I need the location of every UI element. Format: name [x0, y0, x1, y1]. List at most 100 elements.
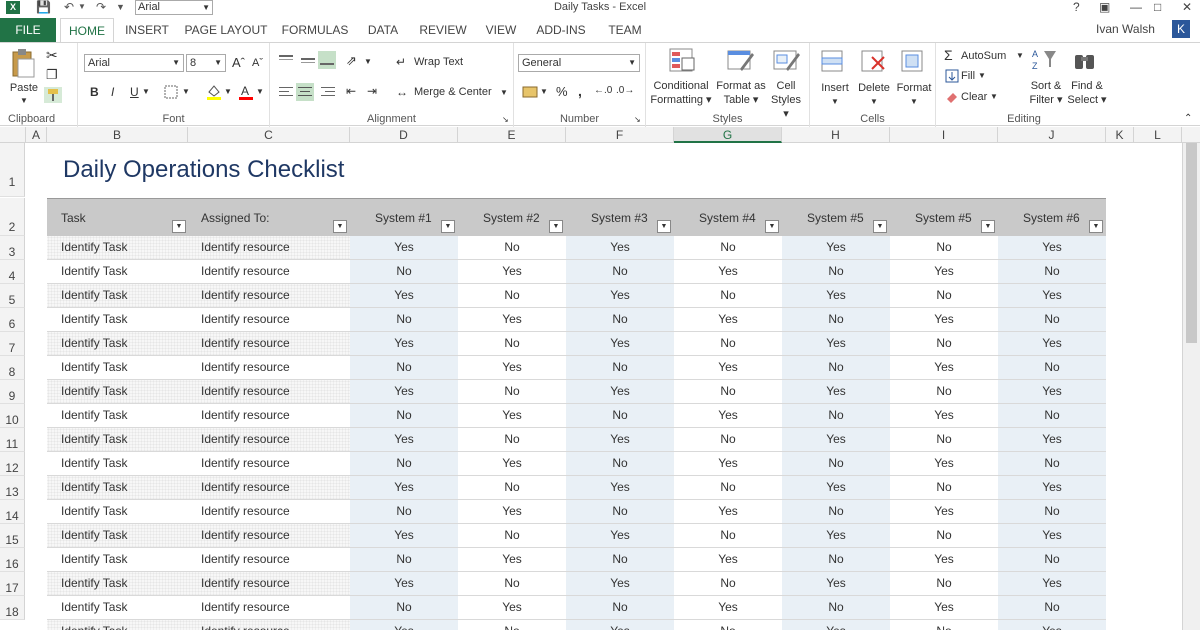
row-header[interactable]: 2 [0, 198, 25, 236]
top-align-icon[interactable] [278, 53, 294, 67]
task-cell[interactable]: Identify Task [61, 572, 201, 595]
status-cell[interactable]: No [350, 596, 458, 619]
filter-assigned-icon[interactable]: ▼ [333, 220, 347, 233]
italic-button[interactable]: I [111, 85, 114, 99]
status-cell[interactable]: No [998, 308, 1106, 331]
status-cell[interactable]: No [458, 476, 566, 499]
fill-icon[interactable] [945, 69, 959, 83]
status-cell[interactable]: Yes [566, 428, 674, 451]
filter-system-3-icon[interactable]: ▼ [657, 220, 671, 233]
status-cell[interactable]: Yes [782, 476, 890, 499]
status-cell[interactable]: No [350, 452, 458, 475]
status-cell[interactable]: No [782, 260, 890, 283]
status-cell[interactable]: No [782, 548, 890, 571]
column-header-i[interactable]: I [890, 127, 998, 143]
status-cell[interactable]: No [566, 452, 674, 475]
status-cell[interactable]: Yes [350, 332, 458, 355]
status-cell[interactable]: Yes [674, 596, 782, 619]
status-cell[interactable]: Yes [890, 452, 998, 475]
status-cell[interactable]: Yes [890, 356, 998, 379]
row-header[interactable]: 4 [0, 260, 25, 284]
filter-system-1-icon[interactable]: ▼ [441, 220, 455, 233]
increase-decimal-icon[interactable]: ←.0 [594, 85, 612, 96]
tab-data[interactable]: DATA [360, 18, 406, 42]
resource-cell[interactable]: Identify resource [201, 380, 351, 403]
task-cell[interactable]: Identify Task [61, 596, 201, 619]
borders-dropdown-icon[interactable]: ▼ [182, 87, 190, 96]
tab-formulas[interactable]: FORMULAS [278, 18, 352, 42]
task-cell[interactable]: Identify Task [61, 452, 201, 475]
number-format-select[interactable]: General ▼ [518, 54, 640, 72]
status-cell[interactable]: Yes [998, 380, 1106, 403]
status-cell[interactable]: Yes [890, 596, 998, 619]
status-cell[interactable]: Yes [674, 452, 782, 475]
task-cell[interactable]: Identify Task [61, 356, 201, 379]
status-cell[interactable]: No [350, 500, 458, 523]
status-cell[interactable]: No [782, 452, 890, 475]
status-cell[interactable]: Yes [566, 476, 674, 499]
task-cell[interactable]: Identify Task [61, 236, 201, 259]
font-name-select[interactable]: Arial ▼ [84, 54, 184, 72]
tab-add-ins[interactable]: ADD-INS [530, 18, 592, 42]
status-cell[interactable]: No [350, 356, 458, 379]
status-cell[interactable]: Yes [350, 428, 458, 451]
status-cell[interactable]: No [998, 500, 1106, 523]
tab-page-layout[interactable]: PAGE LAYOUT [182, 18, 270, 42]
grow-font-icon[interactable]: Aˆ [232, 55, 245, 70]
status-cell[interactable]: Yes [998, 524, 1106, 547]
resource-cell[interactable]: Identify resource [201, 548, 351, 571]
merge-center-button[interactable]: Merge & Center [414, 86, 492, 98]
fill-dropdown-icon[interactable]: ▼ [978, 71, 986, 80]
tab-home[interactable]: HOME [60, 18, 114, 42]
status-cell[interactable]: Yes [998, 476, 1106, 499]
decrease-indent-icon[interactable]: ⇤ [346, 84, 356, 98]
status-cell[interactable]: No [458, 236, 566, 259]
maximize-icon[interactable]: □ [1154, 0, 1161, 14]
accounting-format-icon[interactable] [522, 83, 538, 99]
clear-icon[interactable] [945, 91, 959, 103]
task-cell[interactable]: Identify Task [61, 260, 201, 283]
status-cell[interactable]: Yes [890, 500, 998, 523]
row-header[interactable]: 16 [0, 548, 25, 572]
underline-dropdown-icon[interactable]: ▼ [142, 87, 150, 96]
row-header[interactable]: 8 [0, 356, 25, 380]
status-cell[interactable]: Yes [674, 500, 782, 523]
status-cell[interactable]: Yes [566, 380, 674, 403]
resource-cell[interactable]: Identify resource [201, 284, 351, 307]
clear-dropdown-icon[interactable]: ▼ [990, 92, 998, 101]
status-cell[interactable]: Yes [458, 596, 566, 619]
task-cell[interactable]: Identify Task [61, 620, 201, 630]
filter-system-2-icon[interactable]: ▼ [549, 220, 563, 233]
collapse-ribbon-icon[interactable]: ⌃ [1184, 113, 1192, 124]
status-cell[interactable]: No [782, 356, 890, 379]
copy-icon[interactable]: ❐ [46, 67, 58, 83]
status-cell[interactable]: No [890, 572, 998, 595]
status-cell[interactable]: No [890, 476, 998, 499]
row-header[interactable]: 13 [0, 476, 25, 500]
row-header[interactable]: 11 [0, 428, 25, 452]
column-header-d[interactable]: D [350, 127, 458, 143]
status-cell[interactable]: Yes [674, 308, 782, 331]
row-header[interactable]: 12 [0, 452, 25, 476]
column-header-c[interactable]: C [188, 127, 350, 143]
status-cell[interactable]: Yes [998, 332, 1106, 355]
underline-button[interactable]: U [130, 85, 139, 99]
merge-center-icon[interactable]: ↔ [396, 85, 408, 99]
status-cell[interactable]: Yes [998, 428, 1106, 451]
row-header[interactable]: 9 [0, 380, 25, 404]
status-cell[interactable]: No [890, 332, 998, 355]
format-dropdown-icon[interactable]: ▼ [910, 97, 918, 106]
status-cell[interactable]: Yes [890, 260, 998, 283]
resource-cell[interactable]: Identify resource [201, 236, 351, 259]
status-cell[interactable]: Yes [566, 236, 674, 259]
bold-button[interactable]: B [90, 85, 99, 99]
status-cell[interactable]: Yes [782, 524, 890, 547]
column-header-l[interactable]: L [1134, 127, 1182, 143]
status-cell[interactable]: No [890, 620, 998, 630]
autosum-dropdown-icon[interactable]: ▼ [1016, 51, 1024, 60]
orientation-dropdown-icon[interactable]: ▼ [364, 57, 372, 66]
scrollbar-thumb[interactable] [1186, 143, 1197, 343]
column-header-j[interactable]: J [998, 127, 1106, 143]
status-cell[interactable]: Yes [998, 620, 1106, 630]
status-cell[interactable]: No [458, 380, 566, 403]
